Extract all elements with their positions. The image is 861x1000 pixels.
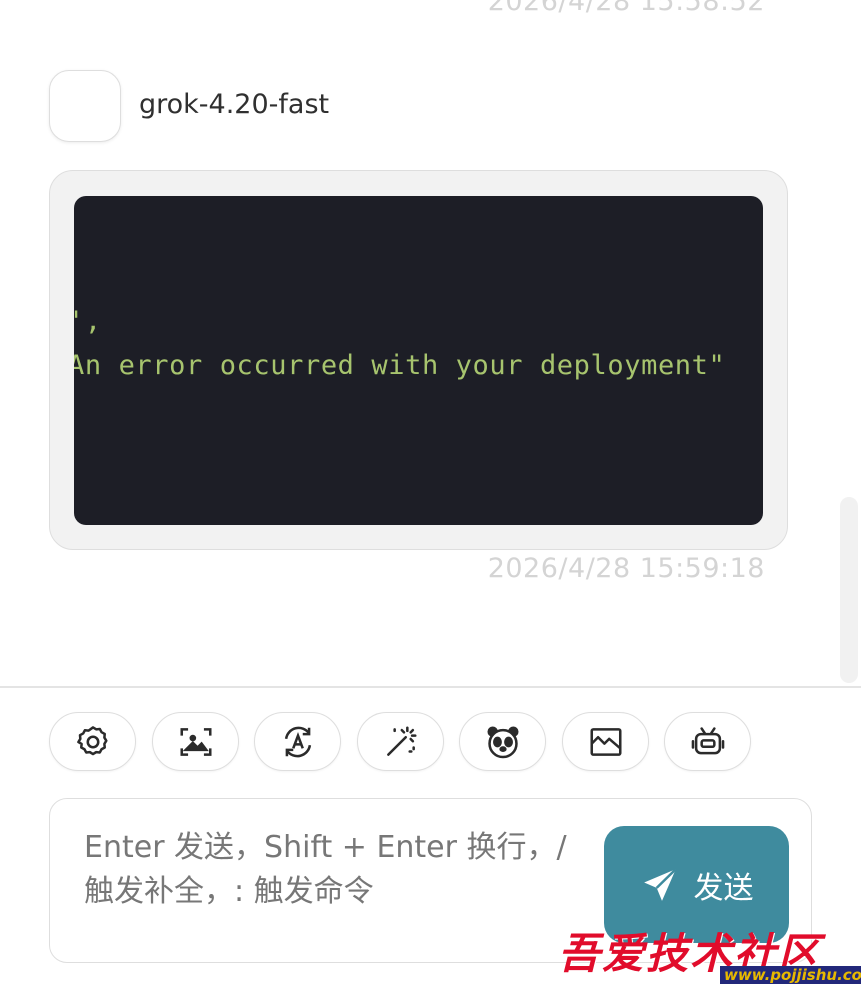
- code-line: An error occurred with your deployment": [74, 350, 726, 381]
- mask-panda-icon: [486, 725, 519, 758]
- message-timestamp: 2026/4/28 15:58:52: [487, 0, 765, 17]
- message-timestamp: 2026/4/28 15:59:18: [487, 553, 765, 584]
- message-input-placeholder: Enter 发送，Shift + Enter 换行，/ 触发补全，: 触发命令: [84, 830, 567, 909]
- auto-model-icon: [284, 726, 311, 757]
- auto-model-button[interactable]: [254, 712, 341, 771]
- image-scan-button[interactable]: [152, 712, 239, 771]
- code-line: ',: [74, 306, 102, 337]
- settings-button[interactable]: [49, 712, 136, 771]
- watermark-url: www.pojjishu.com: [720, 966, 861, 984]
- divider: [0, 686, 861, 688]
- send-icon: [643, 867, 677, 901]
- image-icon: [589, 727, 622, 756]
- code-block[interactable]: ', An error occurred with your deploymen…: [74, 196, 763, 525]
- scrollbar-thumb[interactable]: [840, 497, 858, 683]
- mask-button[interactable]: [459, 712, 546, 771]
- model-name: grok-4.20-fast: [139, 89, 330, 120]
- robot-button[interactable]: [664, 712, 751, 771]
- prompt-magic-button[interactable]: [357, 712, 444, 771]
- settings-gear-icon: [76, 725, 108, 755]
- send-label: 发送: [693, 870, 754, 906]
- magic-wand-icon: [386, 725, 417, 756]
- image-button[interactable]: [562, 712, 649, 771]
- model-avatar[interactable]: [49, 70, 121, 142]
- robot-icon: [691, 726, 724, 754]
- image-scan-icon: [179, 727, 212, 756]
